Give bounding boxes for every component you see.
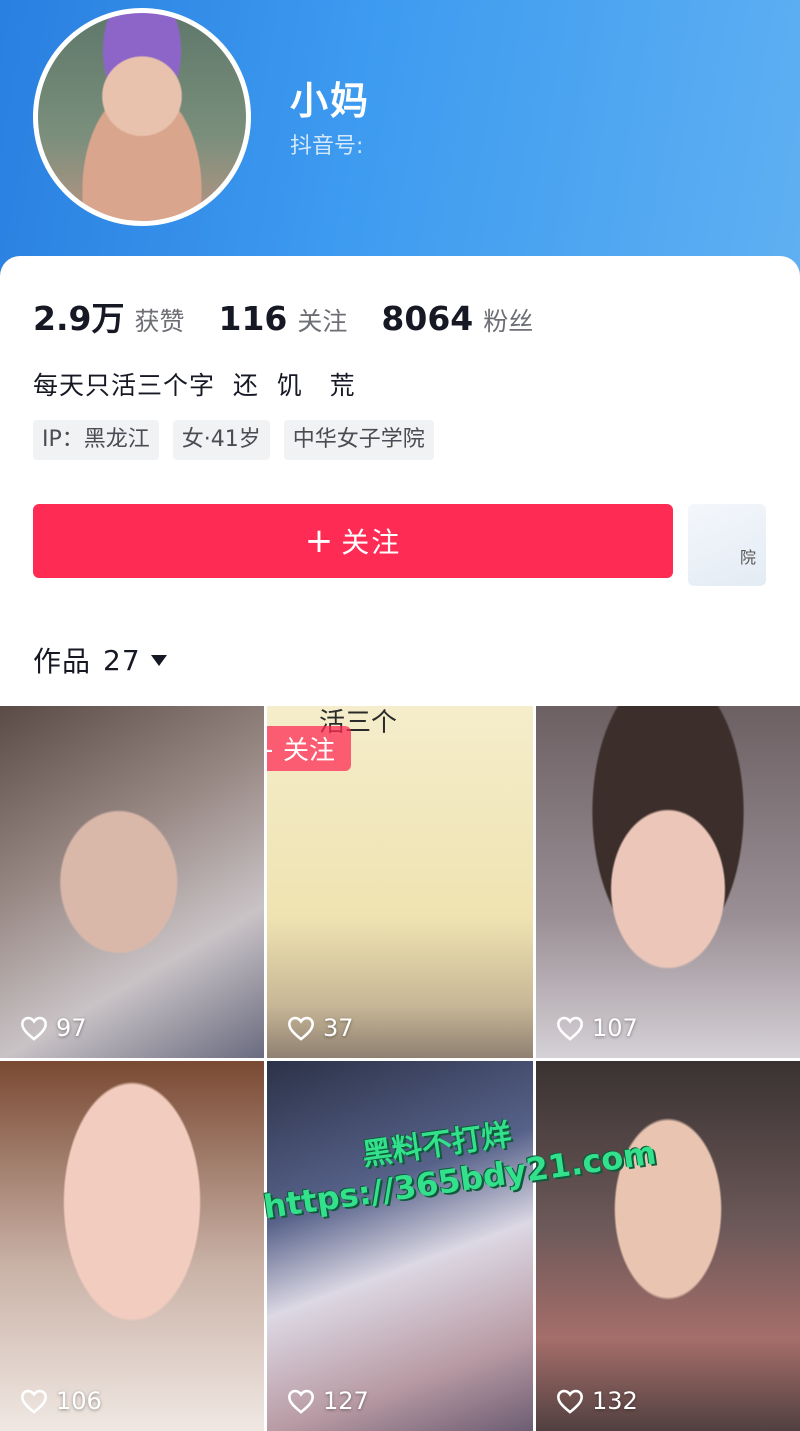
like-count: 132	[556, 1387, 638, 1415]
stat-followers-label: 粉丝	[483, 307, 534, 336]
stat-likes-value: 2.9万	[33, 299, 125, 338]
like-count: 37	[287, 1014, 354, 1042]
dropdown-triangle-icon	[150, 654, 167, 666]
work-thumbnail[interactable]: 107	[536, 706, 800, 1058]
stat-following-value: 116	[218, 299, 288, 338]
work-thumbnail[interactable]: 活三个 + 关注 37	[267, 706, 533, 1058]
side-action-button[interactable]: 院	[688, 504, 766, 586]
like-count-value: 37	[323, 1014, 354, 1042]
like-count-value: 132	[592, 1387, 638, 1415]
tag-list: IP：黑龙江 女·41岁 中华女子学院	[33, 420, 448, 460]
avatar[interactable]	[33, 8, 251, 226]
thumbnail-overlay-follow: + 关注	[267, 726, 352, 771]
stat-followers[interactable]: 8064 粉丝	[381, 299, 533, 338]
follow-button-label: 关注	[341, 526, 402, 559]
like-count: 127	[287, 1387, 369, 1415]
like-count-value: 107	[592, 1014, 638, 1042]
heart-icon	[21, 1389, 47, 1414]
stat-following-label: 关注	[297, 307, 348, 336]
like-count: 106	[20, 1387, 102, 1415]
stat-followers-value: 8064	[381, 299, 474, 338]
stat-likes-label: 获赞	[134, 307, 185, 336]
follow-button[interactable]: + 关注	[33, 504, 673, 578]
tag-school[interactable]: 中华女子学院	[283, 420, 434, 460]
heart-icon	[557, 1016, 583, 1041]
stat-following[interactable]: 116 关注	[218, 299, 347, 338]
works-grid: 97 活三个 + 关注 37 107 106 1	[0, 706, 800, 1431]
side-action-label: 院	[739, 548, 756, 567]
works-count: 27	[103, 643, 141, 677]
username: 小妈	[290, 79, 371, 123]
works-tab-label: 作品	[33, 645, 92, 678]
account-id-label: 抖音号:	[290, 134, 364, 159]
profile-page: 小妈 抖音号: 2.9万 获赞 116 关注 8064 粉丝 每天只活三个字 还…	[0, 0, 800, 1431]
plus-icon: +	[304, 521, 336, 561]
works-tab[interactable]: 作品 27	[33, 640, 167, 680]
heart-icon	[557, 1389, 583, 1414]
like-count: 97	[20, 1014, 87, 1042]
like-count-value: 127	[323, 1387, 369, 1415]
heart-icon	[288, 1016, 314, 1041]
heart-icon	[288, 1389, 314, 1414]
like-count: 107	[556, 1014, 638, 1042]
bio-text: 每天只活三个字 还 饥 荒	[33, 371, 356, 400]
work-thumbnail[interactable]: 106	[0, 1061, 264, 1431]
profile-header: 小妈 抖音号:	[0, 0, 800, 290]
like-count-value: 97	[56, 1014, 87, 1042]
stats-row: 2.9万 获赞 116 关注 8064 粉丝	[33, 292, 567, 340]
heart-icon	[21, 1016, 47, 1041]
tag-gender-age: 女·41岁	[172, 420, 270, 460]
stat-likes: 2.9万 获赞	[33, 292, 184, 340]
tag-ip: IP：黑龙江	[33, 420, 159, 460]
like-count-value: 106	[56, 1387, 102, 1415]
work-thumbnail[interactable]: 97	[0, 706, 264, 1058]
